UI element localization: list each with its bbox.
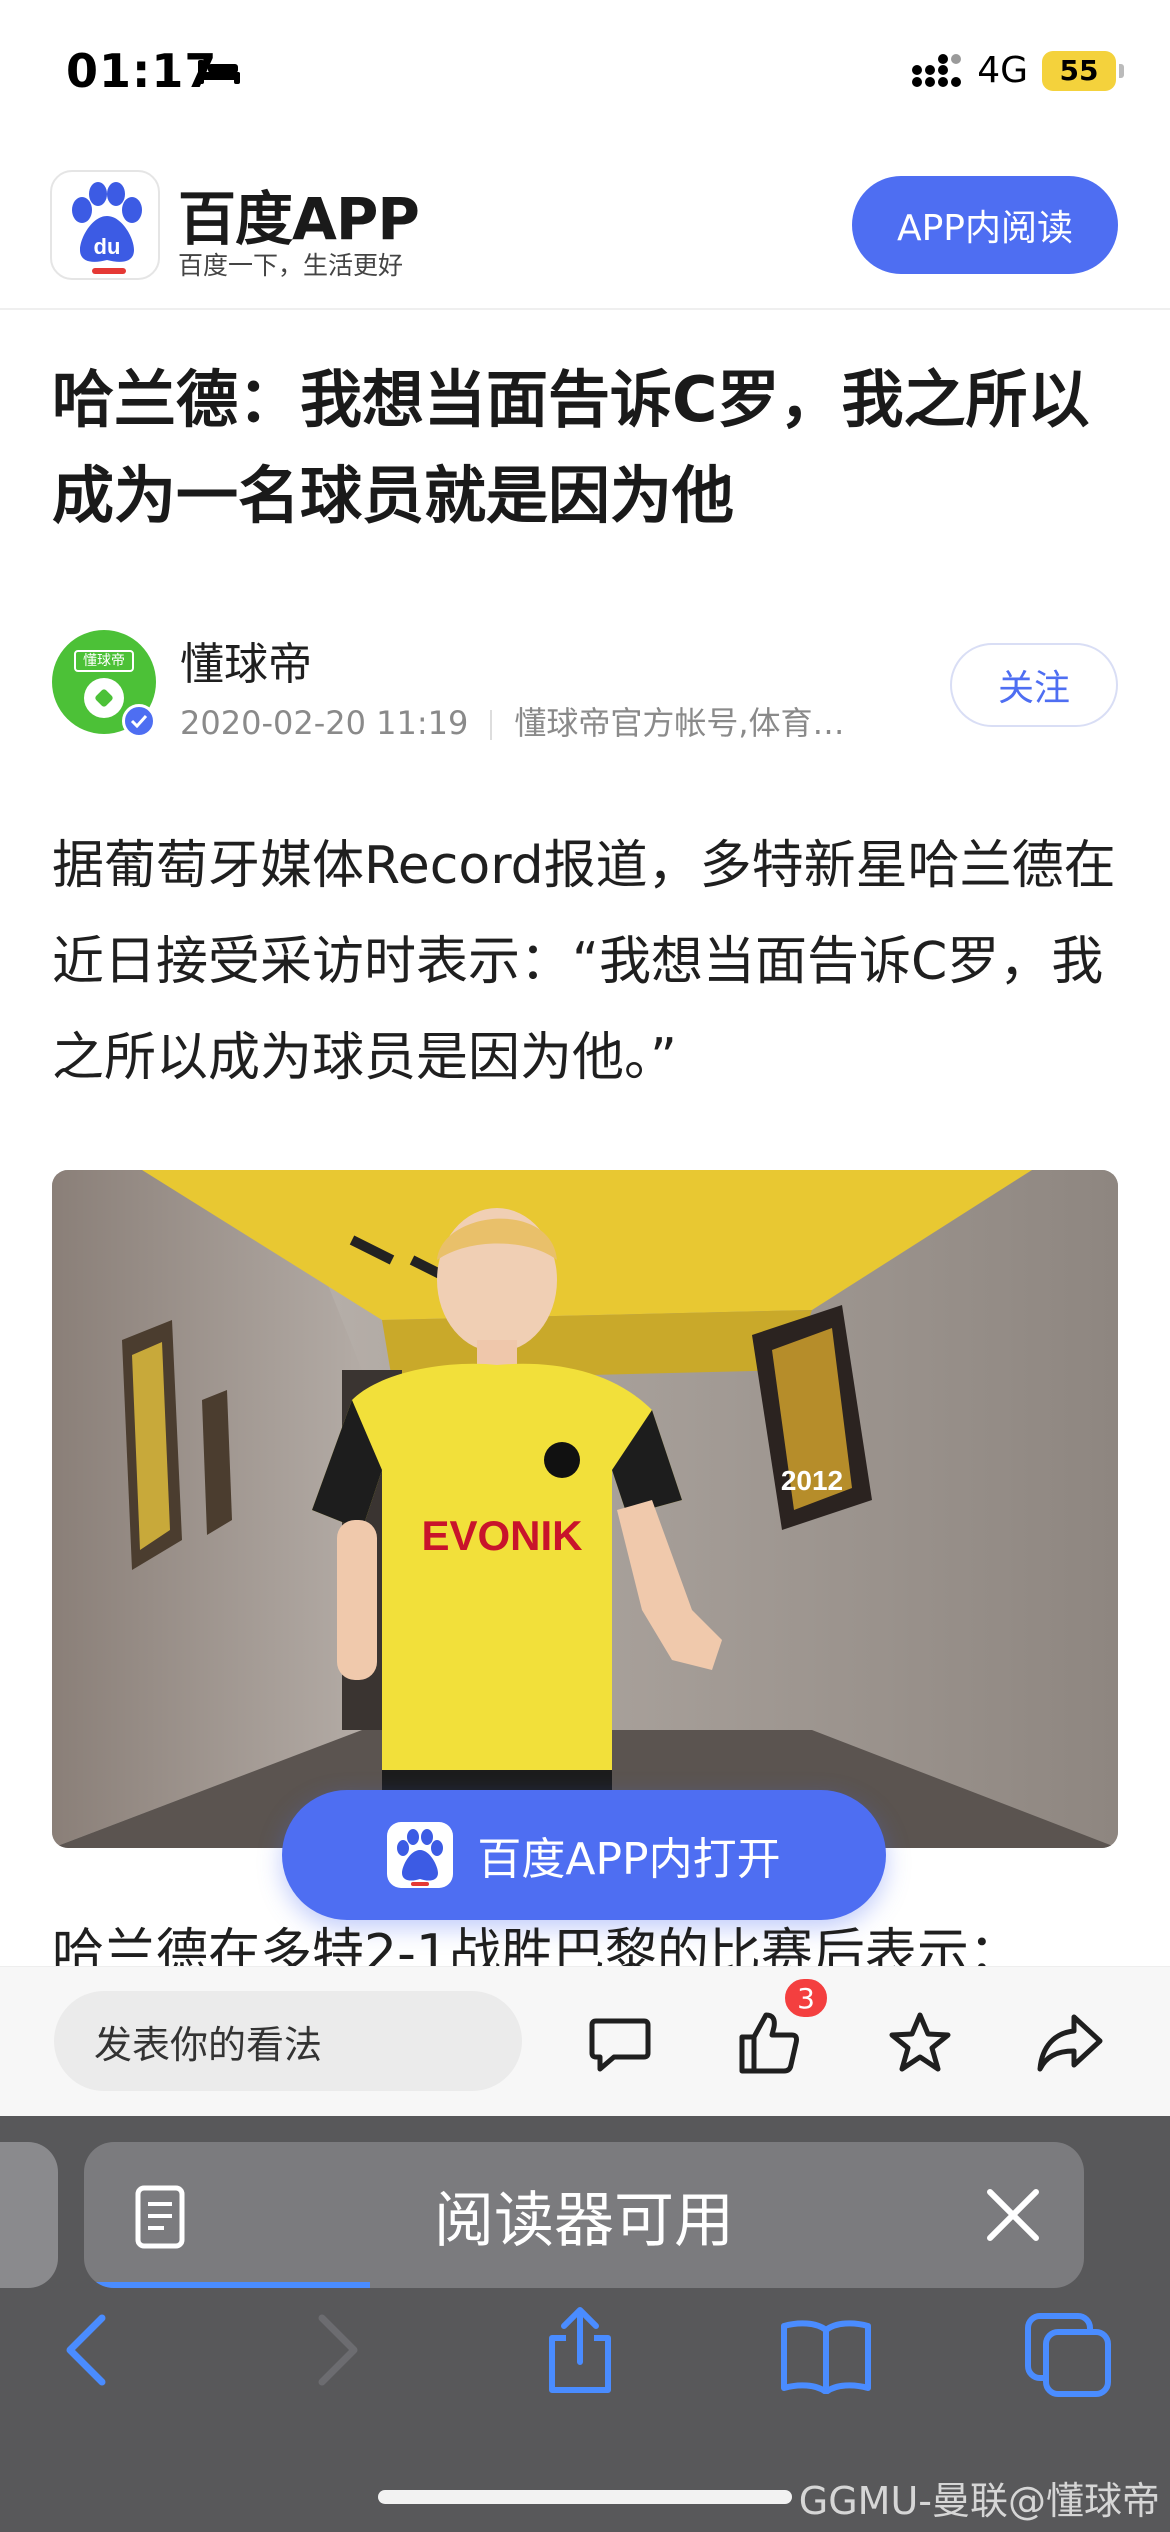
author-row: 懂球帝 懂球帝 2020-02-20 11:19 懂球帝官方帐号,体育… 关注 — [0, 628, 1170, 748]
open-in-app-label: 百度APP内打开 — [477, 1834, 781, 1885]
share-icon[interactable] — [1036, 2009, 1104, 2077]
next-paragraph: 哈兰德在多特2-1战胜巴黎的比赛后表示： — [52, 1918, 1132, 1966]
comment-input[interactable]: 发表你的看法 — [54, 1991, 522, 2091]
previous-tab-peek[interactable] — [0, 2142, 58, 2288]
author-meta: 2020-02-20 11:19 懂球帝官方帐号,体育… — [180, 698, 845, 744]
comment-icon[interactable] — [586, 2009, 654, 2077]
next-paragraph-text: 哈兰德在多特2-1战胜巴黎的比赛后表示： — [52, 1924, 1021, 1966]
read-in-app-button[interactable]: APP内阅读 — [852, 176, 1118, 274]
reader-document-icon — [135, 2185, 185, 2249]
open-in-app-button[interactable]: 百度APP内打开 — [282, 1790, 886, 1920]
bed-icon — [198, 60, 240, 84]
close-icon[interactable] — [982, 2184, 1044, 2246]
reader-available-label: 阅读器可用 — [434, 2185, 734, 2256]
share-sheet-icon[interactable] — [540, 2304, 620, 2396]
battery-level: 55 — [1059, 54, 1099, 87]
signal-icon — [912, 53, 962, 87]
page-load-progress — [84, 2282, 370, 2288]
like-icon[interactable] — [736, 2009, 804, 2077]
brand-name: 百度APP — [178, 185, 420, 253]
follow-button[interactable]: 关注 — [950, 643, 1118, 727]
like-count-badge: 3 — [782, 1976, 830, 2020]
brand-slogan: 百度一下，生活更好 — [178, 251, 404, 280]
svg-text:du: du — [94, 234, 121, 259]
comment-bar: 发表你的看法 — [0, 1966, 1170, 2116]
meta-divider — [490, 710, 493, 740]
svg-text:2012: 2012 — [781, 1465, 843, 1496]
soccer-ball-icon — [84, 678, 124, 718]
article-paragraph: 据葡萄牙媒体Record报道，多特新星哈兰德在近日接受采访时表示：“我想当面告诉… — [52, 836, 1116, 1088]
baidu-logo: du — [50, 170, 160, 280]
watermark-text: GGMU-曼联@懂球帝 — [798, 2479, 1160, 2523]
battery-indicator: 55 — [1042, 50, 1124, 91]
article-title: 哈兰德：我想当面告诉C罗，我之所以成为一名球员就是因为他 — [52, 363, 1090, 532]
baidu-mini-logo-icon — [387, 1822, 454, 1888]
author-name[interactable]: 懂球帝 — [180, 628, 312, 692]
verified-icon — [122, 704, 156, 738]
favorite-star-icon[interactable] — [886, 2009, 954, 2077]
reader-available-bar[interactable]: 阅读器可用 — [84, 2142, 1084, 2288]
status-time: 01:17 — [66, 44, 218, 98]
paw-icon: du — [72, 182, 142, 262]
player-photo-illustration: 2012 EVONIK — [52, 1170, 1118, 1848]
app-banner: du 百度APP 百度一下，生活更好 APP内阅读 — [0, 150, 1170, 310]
avatar-label: 懂球帝 — [74, 650, 134, 672]
tabs-icon[interactable] — [1024, 2312, 1114, 2398]
back-icon[interactable] — [58, 2310, 118, 2390]
bookmarks-icon[interactable] — [778, 2318, 874, 2394]
forward-icon[interactable] — [306, 2310, 366, 2390]
home-indicator[interactable] — [378, 2490, 792, 2504]
network-label: 4G — [977, 50, 1028, 91]
author-description: 懂球帝官方帐号,体育… — [514, 704, 845, 742]
publish-date: 2020-02-20 11:19 — [180, 704, 469, 742]
article-photo[interactable]: 2012 EVONIK — [52, 1170, 1118, 1848]
svg-text:EVONIK: EVONIK — [421, 1512, 582, 1559]
status-bar: 01:17 4G 55 — [0, 0, 1170, 150]
